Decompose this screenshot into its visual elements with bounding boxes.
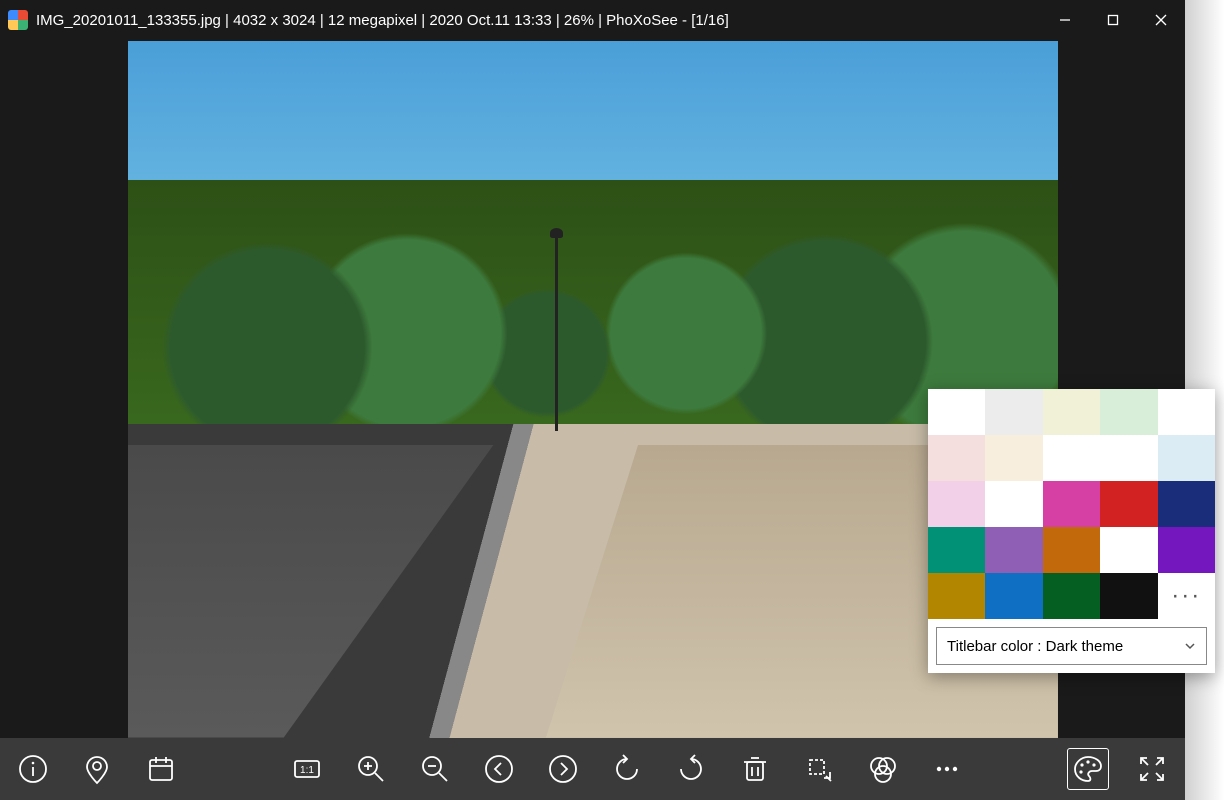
color-swatch-14[interactable] [1158,481,1215,527]
color-swatch-7[interactable] [1043,435,1100,481]
app-window: IMG_20201011_133355.jpg | 4032 x 3024 | … [0,0,1185,800]
fullscreen-icon [1136,753,1168,785]
color-swatch-9[interactable] [1158,435,1215,481]
color-swatch-16[interactable] [985,527,1042,573]
color-swatch-22[interactable] [1043,573,1100,619]
color-filter-button[interactable] [862,748,904,790]
color-swatch-8[interactable] [1100,435,1157,481]
color-swatch-2[interactable] [1043,389,1100,435]
info-button[interactable] [12,748,54,790]
color-swatch-4[interactable] [1158,389,1215,435]
app-logo-icon [8,10,28,30]
calendar-button[interactable] [140,748,182,790]
color-swatch-12[interactable] [1043,481,1100,527]
color-palette: ··· [928,389,1215,619]
color-swatch-20[interactable] [928,573,985,619]
rotate-right-button[interactable] [670,748,712,790]
svg-text:1:1: 1:1 [300,765,314,776]
maximize-button[interactable] [1089,0,1137,40]
window-controls [1041,0,1185,40]
theme-dropdown[interactable]: Titlebar color : Dark theme [936,627,1207,665]
rotate-left-button[interactable] [606,748,648,790]
color-swatch-6[interactable] [985,435,1042,481]
chevron-down-icon [1184,640,1196,652]
color-swatch-10[interactable] [928,481,985,527]
zoom-in-icon [355,753,387,785]
gps-button[interactable] [76,748,118,790]
fullscreen-button[interactable] [1131,748,1173,790]
info-icon [17,753,49,785]
titlebar: IMG_20201011_133355.jpg | 4032 x 3024 | … [0,0,1185,40]
color-swatch-18[interactable] [1100,527,1157,573]
crop-icon [803,753,835,785]
filter-icon [867,753,899,785]
palette-icon [1072,753,1104,785]
rotate-right-icon [675,753,707,785]
maximize-icon [1107,14,1119,26]
more-colors-button[interactable]: ··· [1158,573,1215,619]
zoom-in-button[interactable] [350,748,392,790]
delete-icon [739,753,771,785]
image-viewport[interactable]: ··· Titlebar color : Dark theme [0,40,1185,738]
palette-button[interactable] [1067,748,1109,790]
color-swatch-15[interactable] [928,527,985,573]
displayed-photo [128,41,1058,738]
actual-size-icon: 1:1 [291,753,323,785]
color-swatch-23[interactable] [1100,573,1157,619]
window-title: IMG_20201011_133355.jpg | 4032 x 3024 | … [36,12,1041,29]
color-swatch-3[interactable] [1100,389,1157,435]
next-icon [547,753,579,785]
titlebar-color-popup: ··· Titlebar color : Dark theme [928,389,1215,673]
color-swatch-19[interactable] [1158,527,1215,573]
color-swatch-1[interactable] [985,389,1042,435]
crop-button[interactable] [798,748,840,790]
prev-button[interactable] [478,748,520,790]
minimize-icon [1059,14,1071,26]
actual-size-button[interactable]: 1:1 [286,748,328,790]
color-swatch-13[interactable] [1100,481,1157,527]
rotate-left-icon [611,753,643,785]
calendar-icon [145,753,177,785]
close-icon [1155,14,1167,26]
prev-icon [483,753,515,785]
bottom-toolbar: 1:1 [0,738,1185,800]
next-button[interactable] [542,748,584,790]
close-button[interactable] [1137,0,1185,40]
zoom-out-icon [419,753,451,785]
color-swatch-11[interactable] [985,481,1042,527]
zoom-out-button[interactable] [414,748,456,790]
color-swatch-0[interactable] [928,389,985,435]
color-swatch-17[interactable] [1043,527,1100,573]
more-icon [931,753,963,785]
location-icon [81,753,113,785]
delete-button[interactable] [734,748,776,790]
theme-dropdown-label: Titlebar color : Dark theme [947,638,1123,655]
color-swatch-5[interactable] [928,435,985,481]
more-button[interactable] [926,748,968,790]
minimize-button[interactable] [1041,0,1089,40]
color-swatch-21[interactable] [985,573,1042,619]
